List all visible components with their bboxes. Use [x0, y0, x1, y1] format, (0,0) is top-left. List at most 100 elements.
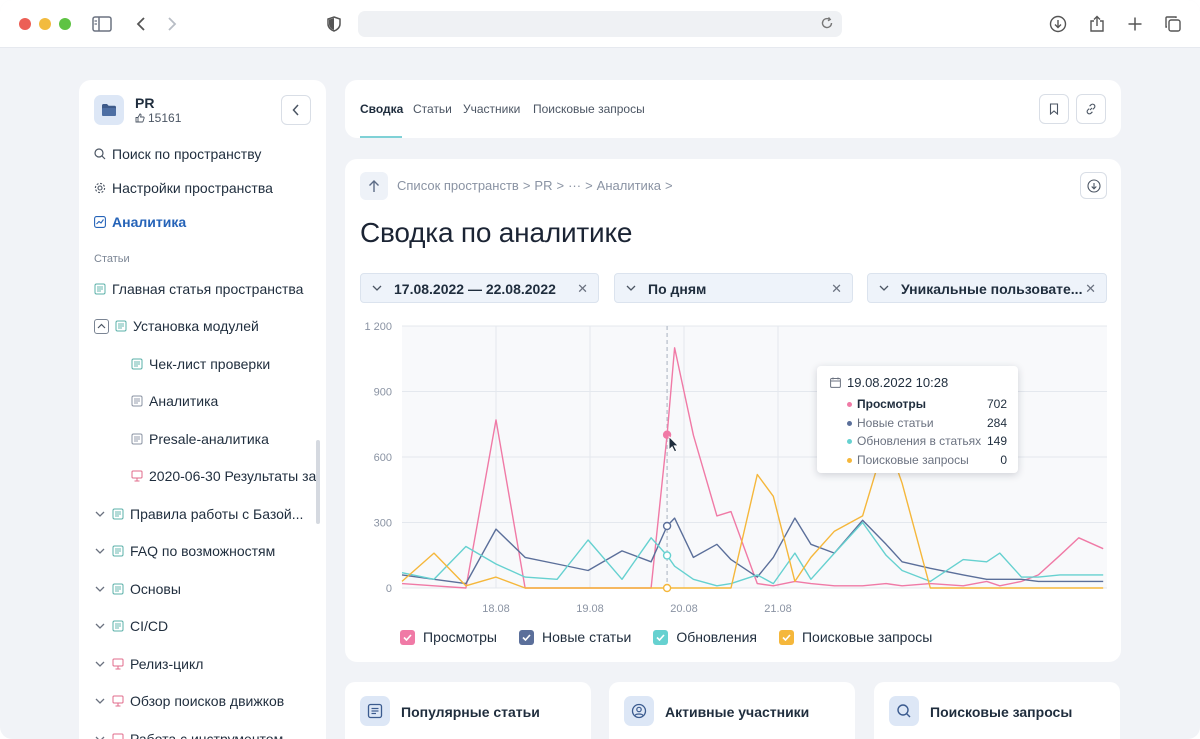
share-icon[interactable] — [1085, 12, 1109, 36]
chevron-down-icon — [372, 285, 382, 291]
tree-item-search-review[interactable]: Обзор поисков движков — [94, 691, 284, 711]
tab-articles[interactable]: Статьи — [413, 102, 452, 116]
breadcrumb-item[interactable]: Аналитика — [597, 178, 661, 193]
search-queries-card[interactable]: Поисковые запросы — [874, 682, 1120, 739]
arrow-up-icon — [369, 180, 379, 192]
breadcrumb-item[interactable]: PR — [534, 178, 552, 193]
breadcrumb-ellipsis[interactable]: ··· — [568, 178, 581, 193]
clear-metric-icon[interactable]: ✕ — [1085, 281, 1096, 297]
series-dot — [847, 401, 852, 407]
sidebar-link-search[interactable]: Поиск по пространству — [94, 144, 261, 164]
new-tab-icon[interactable] — [1123, 12, 1147, 36]
sidebar-toggle-icon[interactable] — [90, 12, 114, 36]
legend-label: Обновления — [676, 629, 757, 645]
clear-granularity-icon[interactable]: ✕ — [831, 281, 842, 297]
shield-icon[interactable] — [322, 12, 346, 36]
minimize-window-button[interactable] — [39, 18, 51, 30]
chevron-up-icon[interactable] — [94, 318, 109, 334]
tree-item-label: Основы — [130, 581, 181, 597]
chevron-down-icon[interactable] — [94, 583, 106, 595]
article-icon — [112, 583, 124, 595]
tooltip-row: Просмотры 702 — [847, 396, 1007, 412]
tree-item-main-article[interactable]: Главная статья пространства — [94, 279, 303, 299]
presentation-icon — [112, 658, 124, 670]
chevron-down-icon[interactable] — [94, 733, 106, 739]
popular-articles-card[interactable]: Популярные статьи — [345, 682, 591, 739]
close-window-button[interactable] — [19, 18, 31, 30]
chevron-down-icon[interactable] — [94, 545, 106, 557]
space-likes: 15161 — [135, 111, 181, 125]
browser-window: PR 15161 Поиск по пространству Настройки… — [0, 0, 1200, 739]
sidebar-link-analytics[interactable]: Аналитика — [94, 212, 186, 232]
back-icon[interactable] — [129, 12, 153, 36]
chevron-down-icon[interactable] — [94, 658, 106, 670]
tree-item-modules[interactable]: Установка модулей — [94, 316, 259, 336]
space-name: PR — [135, 95, 155, 111]
export-button[interactable] — [1080, 172, 1107, 199]
y-tick-label: 300 — [374, 518, 392, 530]
metric-filter[interactable]: Уникальные пользовате... ✕ — [867, 273, 1107, 303]
date-range-filter[interactable]: 17.08.2022 — 22.08.2022 ✕ — [360, 273, 599, 303]
tree-item-label: 2020-06-30 Результаты за — [149, 468, 317, 484]
checkbox-icon[interactable] — [519, 629, 534, 645]
tree-item-label: Работа с инструментом — [130, 731, 284, 739]
copy-link-button[interactable] — [1076, 94, 1106, 124]
article-icon — [112, 508, 124, 520]
sidebar-scrollbar[interactable] — [316, 440, 320, 524]
chevron-down-icon[interactable] — [94, 620, 106, 632]
tree-item-label: Главная статья пространства — [112, 281, 304, 297]
article-icon — [131, 433, 143, 445]
tree-item-checklist[interactable]: Чек-лист проверки — [131, 354, 270, 374]
tree-item-cicd[interactable]: CI/CD — [94, 616, 168, 636]
active-tab-indicator — [360, 136, 402, 138]
address-bar[interactable] — [358, 11, 842, 37]
maximize-window-button[interactable] — [59, 18, 71, 30]
granularity-filter[interactable]: По дням ✕ — [614, 273, 853, 303]
article-icon — [112, 620, 124, 632]
tree-item-label: FAQ по возможностям — [130, 543, 276, 559]
tree-item-results[interactable]: 2020-06-30 Результаты за — [131, 466, 316, 486]
checkbox-icon[interactable] — [653, 629, 669, 645]
tab-summary[interactable]: Сводка — [360, 102, 403, 116]
sidebar-link-label: Аналитика — [112, 214, 187, 230]
checkbox-icon[interactable] — [400, 629, 415, 645]
legend-item-updates[interactable]: Обновления — [653, 629, 757, 645]
forward-icon[interactable] — [160, 12, 184, 36]
tab-search-queries[interactable]: Поисковые запросы — [533, 102, 645, 116]
likes-count: 15161 — [148, 111, 182, 125]
breadcrumb-separator: > — [556, 178, 565, 193]
sidebar-link-settings[interactable]: Настройки пространства — [94, 178, 273, 198]
tree-item-release[interactable]: Релиз-цикл — [94, 654, 203, 674]
tree-item-tool[interactable]: Работа с инструментом — [94, 729, 283, 739]
collapse-sidebar-button[interactable] — [281, 95, 311, 125]
tooltip-date: 19.08.2022 10:28 — [830, 375, 948, 390]
legend-label: Просмотры — [423, 629, 497, 645]
clear-date-range-icon[interactable]: ✕ — [577, 281, 588, 297]
tab-members[interactable]: Участники — [463, 102, 520, 116]
chevron-down-icon[interactable] — [94, 508, 106, 520]
checkbox-icon[interactable] — [778, 629, 794, 645]
bookmark-button[interactable] — [1039, 94, 1069, 124]
card-title: Активные участники — [665, 704, 810, 720]
legend-label: Новые статьи — [542, 629, 632, 645]
tree-item-basics[interactable]: Основы — [94, 579, 181, 599]
legend-item-views[interactable]: Просмотры — [400, 629, 497, 645]
tree-item-faq[interactable]: FAQ по возможностям — [94, 541, 275, 561]
tab-overview-icon[interactable] — [1161, 12, 1185, 36]
chevron-down-icon[interactable] — [94, 695, 106, 707]
breadcrumb-item[interactable]: Список пространств — [397, 178, 519, 193]
legend-item-new-articles[interactable]: Новые статьи — [519, 629, 631, 645]
tree-item-rules[interactable]: Правила работы с Базой... — [94, 504, 303, 524]
tree-item-analytics[interactable]: Аналитика — [131, 391, 218, 411]
article-icon — [131, 358, 143, 370]
navigate-up-button[interactable] — [360, 172, 388, 200]
tree-item-presale[interactable]: Presale-аналитика — [131, 429, 269, 449]
article-icon — [131, 395, 143, 407]
tooltip-row: Новые статьи 284 — [847, 415, 1007, 431]
y-tick-label: 0 — [386, 583, 392, 595]
download-icon[interactable] — [1046, 12, 1070, 36]
tooltip-row-label: Новые статьи — [857, 416, 934, 430]
reload-icon[interactable] — [820, 16, 836, 32]
active-members-card[interactable]: Активные участники — [609, 682, 855, 739]
legend-item-search-queries[interactable]: Поисковые запросы — [778, 629, 932, 645]
